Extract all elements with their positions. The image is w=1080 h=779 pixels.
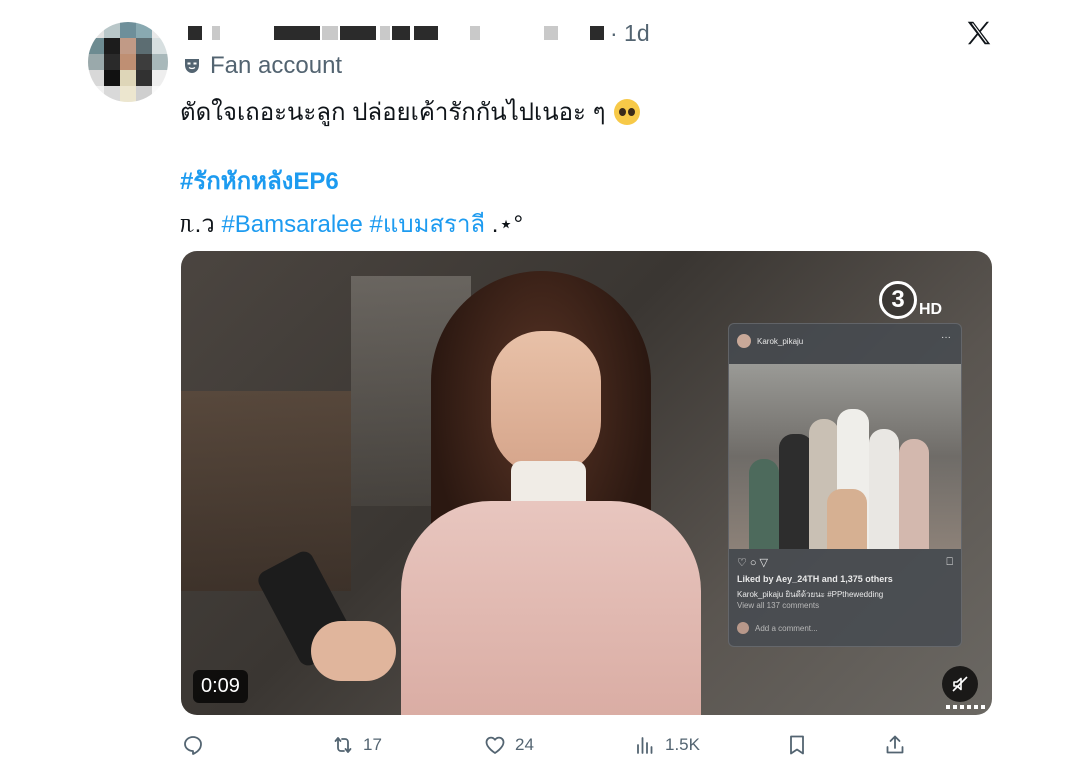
pleading-face-emoji [614,99,641,125]
channel-3-logo: 3 HD [879,281,942,319]
reply-icon [184,736,202,755]
post-text: ตัดใจเถอะนะลูก ปล่อยเค้ารักกันไปเนอะ ๆ [180,99,606,126]
share-icon [886,735,904,754]
ig-liked-by: Liked by Aey_24TH and 1,375 others [737,574,893,584]
video-frame-hand [311,621,396,681]
mask-icon [185,59,199,73]
ig-username: Karok_pikaju [757,336,804,346]
fan-account-label: Fan account [182,52,342,80]
video-frame-face [491,331,601,476]
ig-add-comment: Add a comment... [755,623,818,633]
scene-background [181,391,351,591]
ig-avatar [737,334,751,348]
like-icon [485,736,505,754]
x-logo-icon[interactable] [964,18,994,48]
video-player[interactable]: 3 HD Karok_pikaju ··· ♡○▽ ⎕ Liked by Aey… [181,251,992,715]
ig-action-icons: ♡○▽ [737,557,771,569]
bookmark-icon [790,735,804,755]
post-text-line1: ตัดใจเถอะนะลูก ปล่อยเค้ารักกันไปเนอะ ๆ [180,92,641,131]
channel-quality: HD [919,301,943,318]
mute-icon [952,676,968,692]
avatar[interactable] [88,22,168,102]
action-bar: 17 24 1.5K [181,730,911,760]
views-button[interactable]: 1.5K [633,730,700,760]
ig-save-icon: ⎕ [946,556,953,568]
hashtag-main[interactable]: #รักหักหลังEP6 [180,161,339,200]
fan-account-text: Fan account [210,52,343,79]
hashtag-thai-name[interactable]: #แบมสราลี [370,211,486,238]
bookmark-button[interactable] [785,730,809,760]
like-button[interactable]: 24 [483,730,534,760]
post-header: · 1d [182,18,882,48]
video-progress-indicator[interactable] [946,705,988,709]
post-text-line3: ᥰ.ว #Bamsaralee #แบมสราลี .⋆° [180,204,523,243]
repost-icon [334,737,352,753]
ig-header: Karok_pikaju [737,334,803,348]
ig-view-comments: View all 137 comments [737,601,820,610]
ig-caption: Karok_pikaju ยินดีด้วยนะ #PPthewedding [737,590,884,599]
ig-add-comment-row: Add a comment... [737,622,818,634]
instagram-post-overlay: Karok_pikaju ··· ♡○▽ ⎕ Liked by Aey_24TH… [728,323,962,647]
like-count: 24 [515,735,534,754]
repost-count: 17 [363,735,382,754]
hashtag-bamsaralee[interactable]: #Bamsaralee [221,211,362,238]
reply-button[interactable] [181,730,213,760]
ig-more-icon: ··· [941,332,951,343]
video-duration: 0:09 [193,670,248,703]
line3-suffix: .⋆° [491,211,524,238]
video-frame-body [401,501,701,715]
repost-button[interactable]: 17 [331,730,382,760]
post-timestamp[interactable]: · 1d [610,20,650,47]
line3-prefix: ᥰ.ว [180,211,215,238]
ig-commenter-avatar [737,622,749,634]
views-count: 1.5K [665,735,700,754]
mute-button[interactable] [942,666,978,702]
views-icon [637,737,653,754]
channel-number: 3 [879,281,917,319]
share-button[interactable] [883,730,907,760]
ig-wedding-photo [729,364,961,549]
